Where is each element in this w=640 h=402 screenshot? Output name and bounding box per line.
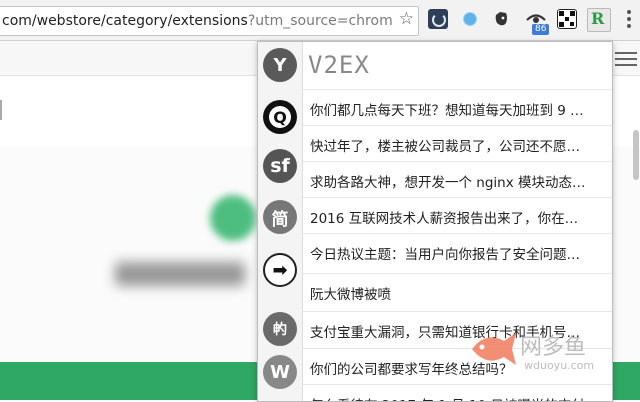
list-item[interactable]: 今日热议主题：当用户向你报告了安全问题… xyxy=(303,233,612,270)
sf-icon[interactable]: sf xyxy=(263,149,297,183)
list-item[interactable]: 怎么看待在 2017 年 1 月 10 日被曝光的支付 xyxy=(303,384,612,401)
list-item[interactable]: 求助各路大神，想开发一个 nginx 模块动态从… xyxy=(303,161,612,198)
rx-letter: R xyxy=(591,9,605,28)
evernote-icon[interactable] xyxy=(491,9,511,29)
url-text: com/webstore/category/extensions?utm_sou… xyxy=(2,13,392,29)
browser-toolbar: com/webstore/category/extensions?utm_sou… xyxy=(0,0,640,41)
list-item[interactable]: 2016 互联网技术人薪资报告出来了，你在平… xyxy=(303,197,612,234)
blurred-title xyxy=(115,262,245,286)
list-item[interactable]: 阮大微博被喷 xyxy=(303,273,612,310)
bookmark-star-icon[interactable]: ☆ xyxy=(399,9,414,29)
y-icon[interactable]: Y xyxy=(263,48,297,82)
page-edge-divider xyxy=(0,100,8,120)
address-bar[interactable]: com/webstore/category/extensions?utm_sou… xyxy=(0,6,419,36)
q-icon[interactable]: Q xyxy=(263,100,297,134)
page-scrollbar[interactable] xyxy=(633,130,639,180)
page-menu-icon[interactable] xyxy=(615,52,637,54)
extension-badge: 86 xyxy=(532,24,550,35)
watermark: 网多鱼 wduoyu.com xyxy=(466,325,606,385)
list-item[interactable]: 你们都几点每天下班？想知道每天加班到 9 … xyxy=(303,89,612,126)
arrow-icon[interactable]: ➡ xyxy=(263,253,297,287)
url-main: com/webstore/category/extensions xyxy=(2,13,248,29)
rx-extension-icon[interactable]: R xyxy=(587,8,611,32)
extension-icon-2[interactable] xyxy=(460,9,480,29)
list-item[interactable]: 快过年了，楼主被公司裁员了，公司还不愿… xyxy=(303,125,612,162)
watermark-title: 网多鱼 xyxy=(520,335,587,360)
blurred-logo xyxy=(210,195,256,241)
extension-icon-1[interactable] xyxy=(428,9,448,29)
photo-icon[interactable]: 畃 xyxy=(263,312,297,346)
fish-logo-icon xyxy=(472,333,516,365)
w-icon[interactable]: W xyxy=(263,355,297,389)
popup-title: V2EX xyxy=(308,51,370,79)
jian-icon[interactable]: 简 xyxy=(263,200,297,234)
qr-code-icon[interactable] xyxy=(557,9,577,29)
browser-menu-icon[interactable] xyxy=(627,10,631,31)
url-query: ?utm_source=chrome-ntp- xyxy=(247,13,392,29)
watermark-url: wduoyu.com xyxy=(524,359,595,372)
site-icon-column: Y Q sf 简 ➡ 畃 W xyxy=(258,42,303,401)
